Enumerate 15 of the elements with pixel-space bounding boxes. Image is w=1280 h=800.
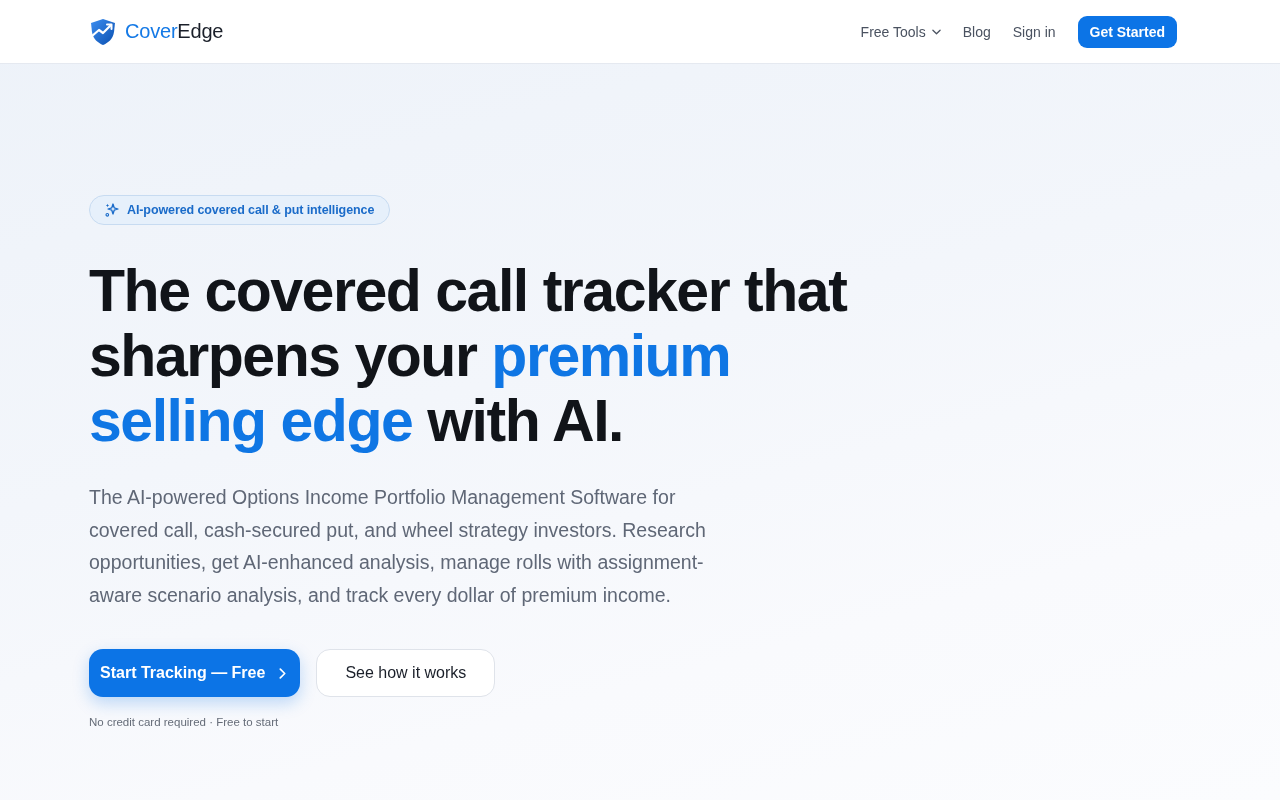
nav-link[interactable]: Blog [962, 23, 991, 40]
nav-link[interactable]: Sign in [1012, 23, 1056, 40]
shield-logo-icon [89, 17, 117, 46]
brand-name[interactable]: CoverEdge [125, 20, 224, 43]
feature-badge: AI-powered covered call & put intelligence [89, 195, 391, 225]
signup-note: No credit card required · Free to start [89, 716, 279, 728]
sparkle-icon [105, 203, 119, 217]
chevron-down-icon [931, 28, 941, 35]
chevron-right-icon [279, 667, 287, 679]
start-tracking-button[interactable]: Start Tracking — Free [89, 649, 301, 697]
get-started-button[interactable]: Get Started [1077, 15, 1177, 48]
hero-description: The AI-powered Options Income Portfolio Management Software for covered call, cash-secured put, and wheel strategy investors. Research opportunities, get AI-enhanced analysis, manage rolls with assignment-aware scenario analysis, and track every dollar of premium income. [89, 485, 707, 608]
see-how-button[interactable]: See how it works [316, 649, 496, 697]
nav-dropdown[interactable]: Free Tools [860, 23, 941, 40]
hero-headline: The covered call tracker that sharpens your premium selling edge with AI. [89, 259, 848, 454]
